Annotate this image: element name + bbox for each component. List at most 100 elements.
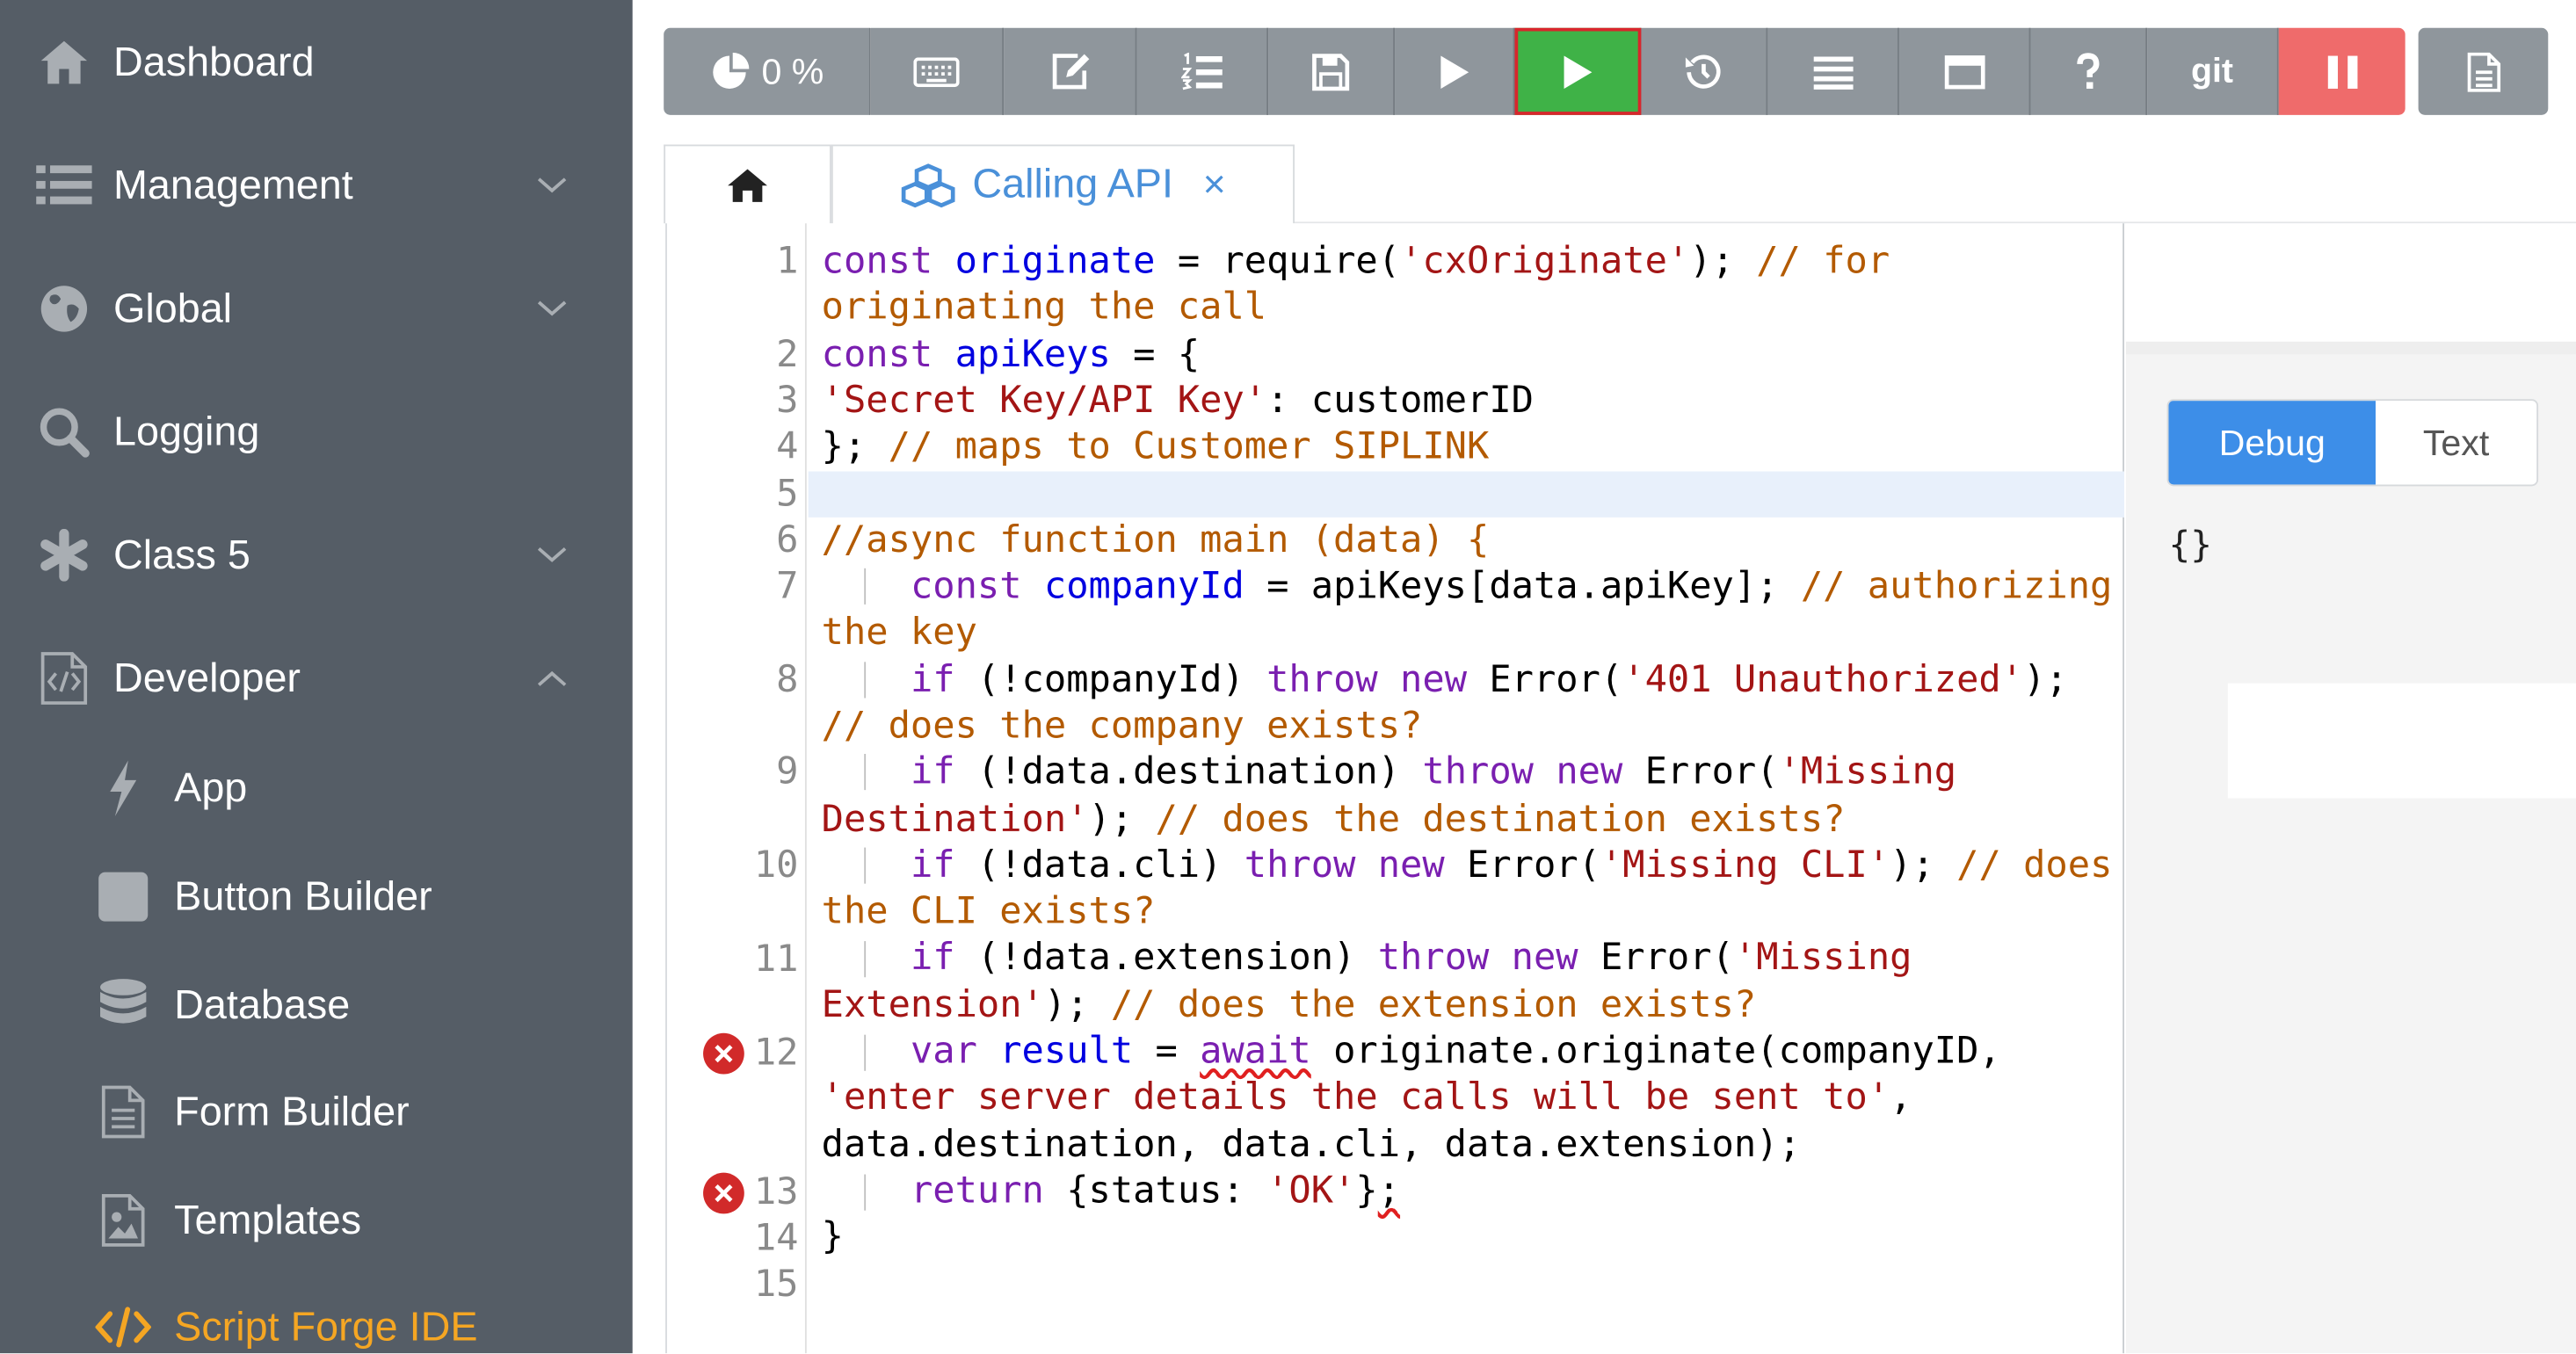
sidebar-item-label: App: [174, 764, 248, 811]
sidebar-subitem-database[interactable]: Database: [0, 962, 633, 1047]
pause-button[interactable]: [2278, 27, 2405, 115]
line-number: 2: [776, 333, 799, 377]
line-number: 10: [753, 844, 799, 887]
close-icon[interactable]: ×: [1203, 162, 1226, 207]
sidebar-subitem-form-builder[interactable]: Form Builder: [0, 1069, 633, 1155]
play-icon: [1564, 54, 1593, 89]
sidebar-item-logging[interactable]: Logging: [0, 383, 633, 482]
line-number: 5: [776, 473, 799, 516]
keyboard-icon: [913, 56, 960, 87]
text-tab-button[interactable]: Text: [2376, 401, 2537, 485]
square-icon: [95, 869, 151, 925]
sidebar-item-label: Developer: [112, 654, 301, 701]
git-label: git: [2191, 51, 2233, 90]
code-file-icon: [36, 650, 92, 706]
gutter-divider: [804, 223, 807, 1354]
sidebar-item-label: Global: [112, 285, 233, 331]
tab-home[interactable]: [664, 144, 831, 224]
chevron-up-icon: [537, 670, 567, 686]
line-number: 15: [753, 1263, 799, 1307]
sidebar: Dashboard Management Global Logging Clas…: [0, 0, 633, 1354]
error-icon[interactable]: [703, 1032, 744, 1075]
chevron-down-icon: [537, 300, 567, 316]
sidebar-item-developer[interactable]: Developer: [0, 629, 633, 728]
history-icon: [1685, 54, 1721, 88]
search-icon: [36, 404, 92, 460]
image-file-icon: [95, 1192, 151, 1249]
sidebar-item-label: Form Builder: [174, 1088, 410, 1134]
code-line: const originate = require('cxOriginate')…: [821, 239, 2113, 1259]
sidebar-subitem-templates[interactable]: Templates: [0, 1177, 633, 1263]
form-icon: [95, 1084, 151, 1140]
home-icon: [728, 168, 767, 201]
ide-toolbar: 0 % git: [664, 27, 2549, 115]
line-number: 4: [776, 425, 799, 468]
line-number: 1: [776, 239, 799, 283]
asterisk-icon: [36, 527, 92, 583]
debug-tab-button[interactable]: Debug: [2168, 401, 2376, 485]
document-button[interactable]: [2418, 27, 2549, 115]
pie-chart-icon: [712, 51, 749, 89]
sidebar-item-label: Dashboard: [112, 38, 315, 85]
line-number: 3: [776, 379, 799, 423]
tab-label: Calling API: [972, 161, 1173, 207]
chevron-down-icon: [537, 547, 567, 562]
tab-calling-api[interactable]: Calling API ×: [831, 144, 1295, 224]
numbered-list-icon: [1180, 51, 1222, 90]
progress-button[interactable]: 0 %: [664, 27, 871, 115]
sidebar-subitem-script-forge-ide[interactable]: Script Forge IDE: [0, 1285, 633, 1354]
question-icon: [2077, 52, 2100, 89]
numbered-list-button[interactable]: [1136, 27, 1269, 115]
keyboard-button[interactable]: [870, 27, 1005, 115]
sidebar-item-label: Database: [174, 981, 351, 1028]
line-number: 14: [753, 1217, 799, 1260]
play-icon: [1440, 54, 1469, 89]
sidebar-subitem-button-builder[interactable]: Button Builder: [0, 854, 633, 939]
sidebar-item-label: Management: [112, 162, 353, 208]
git-button[interactable]: git: [2147, 27, 2279, 115]
save-button[interactable]: [1268, 27, 1396, 115]
play-button[interactable]: [1395, 27, 1515, 115]
progress-label: 0 %: [761, 50, 824, 91]
pause-icon: [2326, 54, 2357, 89]
line-number: 9: [776, 750, 799, 793]
run-button[interactable]: [1514, 27, 1642, 115]
sidebar-item-label: Templates: [174, 1196, 362, 1243]
sidebar-item-label: Class 5: [112, 531, 250, 578]
document-icon: [2466, 51, 2500, 91]
sidebar-item-label: Button Builder: [174, 872, 432, 919]
window-button[interactable]: [1898, 27, 2031, 115]
home-icon: [36, 34, 92, 91]
output-panel: [2125, 354, 2576, 1354]
sidebar-item-dashboard[interactable]: Dashboard: [0, 13, 633, 112]
sidebar-item-class5[interactable]: Class 5: [0, 506, 633, 605]
code-editor[interactable]: 1 2 3 4 5 6 7 8 9 10 11 12 13 14 15 cons…: [665, 223, 2125, 1354]
help-button[interactable]: [2030, 27, 2148, 115]
sidebar-item-global[interactable]: Global: [0, 259, 633, 358]
history-button[interactable]: [1641, 27, 1768, 115]
window-icon: [1943, 54, 1985, 89]
line-number: 11: [753, 938, 799, 981]
chevron-down-icon: [537, 177, 567, 193]
edit-icon: [1052, 53, 1090, 89]
bolt-icon: [95, 760, 151, 817]
output-divider: [2125, 341, 2576, 355]
cubes-icon: [900, 162, 956, 207]
code-icon: [95, 1300, 151, 1354]
align-justify-icon: [1812, 55, 1853, 89]
line-number: 7: [776, 565, 799, 608]
globe-icon: [36, 281, 92, 337]
sidebar-item-label: Logging: [112, 408, 260, 454]
sidebar-item-label: Script Forge IDE: [174, 1303, 478, 1350]
output-box: [2227, 683, 2576, 799]
output-mode-toggle: Debug Text: [2166, 399, 2539, 487]
sidebar-item-management[interactable]: Management: [0, 136, 633, 235]
line-number: 6: [776, 518, 799, 562]
output-value: {}: [2168, 525, 2213, 567]
output-header: [2125, 223, 2576, 352]
lines-button[interactable]: [1767, 27, 1899, 115]
sidebar-subitem-app[interactable]: App: [0, 746, 633, 831]
error-icon[interactable]: [703, 1172, 744, 1214]
edit-button[interactable]: [1004, 27, 1137, 115]
database-icon: [95, 977, 151, 1033]
